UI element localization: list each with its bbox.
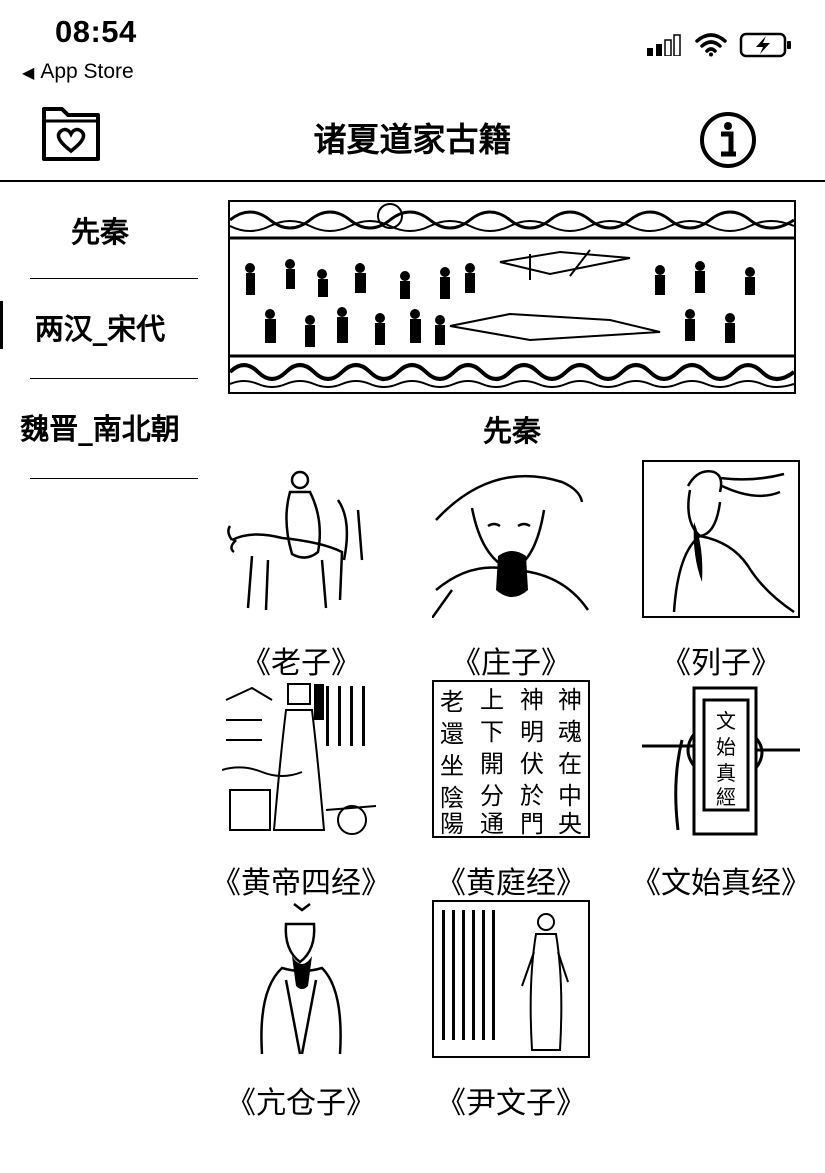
- battery-charging-icon: [739, 32, 791, 58]
- yellow-emperor-illustration: [222, 683, 377, 835]
- book-title-huangdi-sijing[interactable]: 《黄帝四经》: [181, 858, 421, 902]
- book-cover-huangdi-sijing[interactable]: [222, 680, 380, 838]
- svg-text:上: 上: [480, 686, 504, 714]
- svg-text:始: 始: [716, 735, 736, 759]
- book-cover-zhuangzi[interactable]: [432, 460, 590, 618]
- svg-text:陰: 陰: [440, 784, 464, 812]
- svg-text:坐: 坐: [440, 752, 464, 780]
- book-title-wenshi-zhenjing[interactable]: 《文始真经》: [601, 858, 825, 902]
- zhuangzi-portrait-illustration: [432, 474, 590, 618]
- svg-text:在: 在: [558, 750, 582, 778]
- svg-text:明: 明: [520, 718, 544, 746]
- book-title-zhuangzi[interactable]: 《庄子》: [391, 638, 631, 682]
- book-title-yinwenzi[interactable]: 《尹文子》: [391, 1078, 631, 1122]
- svg-text:通: 通: [480, 810, 504, 836]
- book-cover-yinwenzi[interactable]: [432, 900, 590, 1058]
- svg-text:還: 還: [440, 720, 464, 748]
- sidebar-item-label: 两汉_宋代: [34, 312, 166, 346]
- sidebar-item-label: 先秦: [70, 215, 129, 249]
- info-button[interactable]: [699, 111, 757, 169]
- book-cover-huangting-jing[interactable]: 老還坐陰陽 上下開分通 神明伏於門 神魂在中央: [432, 680, 590, 838]
- svg-text:門: 門: [520, 810, 544, 836]
- svg-text:中: 中: [558, 782, 582, 810]
- back-to-app-store[interactable]: ◀ App Store: [22, 60, 134, 84]
- svg-text:伏: 伏: [520, 750, 544, 778]
- svg-text:央: 央: [558, 810, 582, 836]
- svg-text:經: 經: [716, 785, 736, 809]
- laozi-on-ox-illustration: [227, 470, 364, 611]
- wifi-icon: [695, 33, 727, 57]
- svg-text:分: 分: [480, 782, 504, 810]
- bound-book-illustration: 文始真經: [642, 686, 800, 836]
- book-title-kangcangzi[interactable]: 《亢仓子》: [181, 1078, 421, 1122]
- svg-text:老: 老: [440, 688, 464, 716]
- kangcangzi-portrait-illustration: [260, 903, 342, 1055]
- svg-text:真: 真: [716, 761, 736, 785]
- banner-image[interactable]: [228, 200, 796, 394]
- ancient-mural-illustration: [230, 202, 794, 388]
- book-cover-kangcangzi[interactable]: [222, 900, 380, 1058]
- svg-text:神: 神: [558, 686, 582, 714]
- sidebar-divider: [30, 478, 198, 479]
- book-title-liezi[interactable]: 《列子》: [601, 638, 825, 682]
- svg-text:下: 下: [480, 718, 504, 746]
- book-cover-wenshi-zhenjing[interactable]: 文始真經: [642, 680, 800, 838]
- back-label: App Store: [40, 60, 134, 83]
- sidebar-item-lianghan-songdai[interactable]: 两汉_宋代: [0, 279, 200, 375]
- yinwenzi-text-and-figure: [442, 910, 569, 1051]
- back-arrow-icon: ◀: [22, 65, 35, 82]
- svg-text:開: 開: [480, 750, 504, 778]
- svg-text:陽: 陽: [440, 810, 464, 836]
- svg-text:於: 於: [520, 782, 544, 810]
- svg-text:神: 神: [520, 686, 544, 714]
- signal-icon: [647, 34, 681, 56]
- book-title-huangting-jing[interactable]: 《黄庭经》: [391, 858, 631, 902]
- book-cover-liezi[interactable]: [642, 460, 800, 618]
- liezi-portrait-illustration: [672, 470, 795, 614]
- sidebar-item-xianqin[interactable]: 先秦: [0, 182, 200, 278]
- status-icons: [645, 32, 793, 58]
- status-time: 08:54: [55, 14, 137, 49]
- book-title-laozi[interactable]: 《老子》: [181, 638, 421, 682]
- svg-text:魂: 魂: [558, 718, 582, 746]
- section-title: 先秦: [482, 414, 541, 448]
- svg-text:文: 文: [716, 709, 736, 733]
- sidebar-item-weijin-nanbeichao[interactable]: 魏晋_南北朝: [0, 379, 200, 475]
- book-cover-laozi[interactable]: [222, 460, 380, 618]
- info-icon: [700, 112, 756, 168]
- calligraphy-text-image: 老還坐陰陽 上下開分通 神明伏於門 神魂在中央: [440, 686, 582, 836]
- sidebar-item-label: 魏晋_南北朝: [20, 412, 180, 446]
